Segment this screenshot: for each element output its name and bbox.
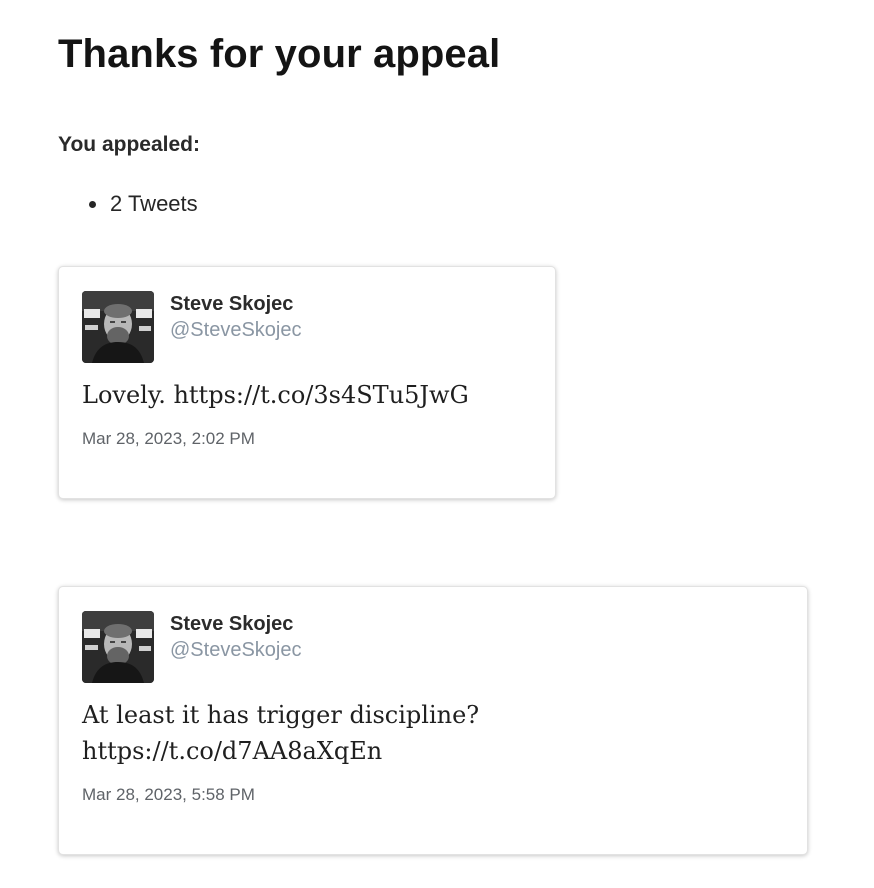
tweet-timestamp[interactable]: Mar 28, 2023, 2:02 PM bbox=[82, 429, 255, 449]
profile-photo-avatar-icon bbox=[82, 291, 154, 363]
author-name[interactable]: Steve Skojec bbox=[170, 612, 293, 636]
appealed-count-label: 2 Tweets bbox=[110, 191, 198, 216]
tweet-text: At least it has trigger discipline? http… bbox=[82, 701, 480, 765]
profile-photo-avatar-icon bbox=[82, 611, 154, 683]
appealed-count-item: 2 Tweets bbox=[58, 190, 198, 218]
avatar[interactable] bbox=[82, 291, 154, 363]
avatar[interactable] bbox=[82, 611, 154, 683]
appeal-confirmation-page: Thanks for your appeal You appealed: 2 T… bbox=[58, 30, 818, 855]
tweet-text: Lovely. https://t.co/3s4STu5JwG bbox=[82, 381, 469, 409]
appealed-heading: You appealed: bbox=[58, 133, 200, 156]
page-title: Thanks for your appeal bbox=[58, 32, 501, 76]
tweet-card[interactable]: Steve Skojec @SteveSkojec At least it ha… bbox=[58, 586, 808, 855]
author-name[interactable]: Steve Skojec bbox=[170, 292, 293, 316]
author-handle[interactable]: @SteveSkojec bbox=[170, 318, 301, 342]
tweet-timestamp[interactable]: Mar 28, 2023, 5:58 PM bbox=[82, 785, 255, 805]
author-handle[interactable]: @SteveSkojec bbox=[170, 638, 301, 662]
tweet-card[interactable]: Steve Skojec @SteveSkojec Lovely. https:… bbox=[58, 266, 556, 499]
appealed-summary-list: 2 Tweets bbox=[58, 190, 198, 218]
bullet-icon bbox=[89, 201, 96, 208]
